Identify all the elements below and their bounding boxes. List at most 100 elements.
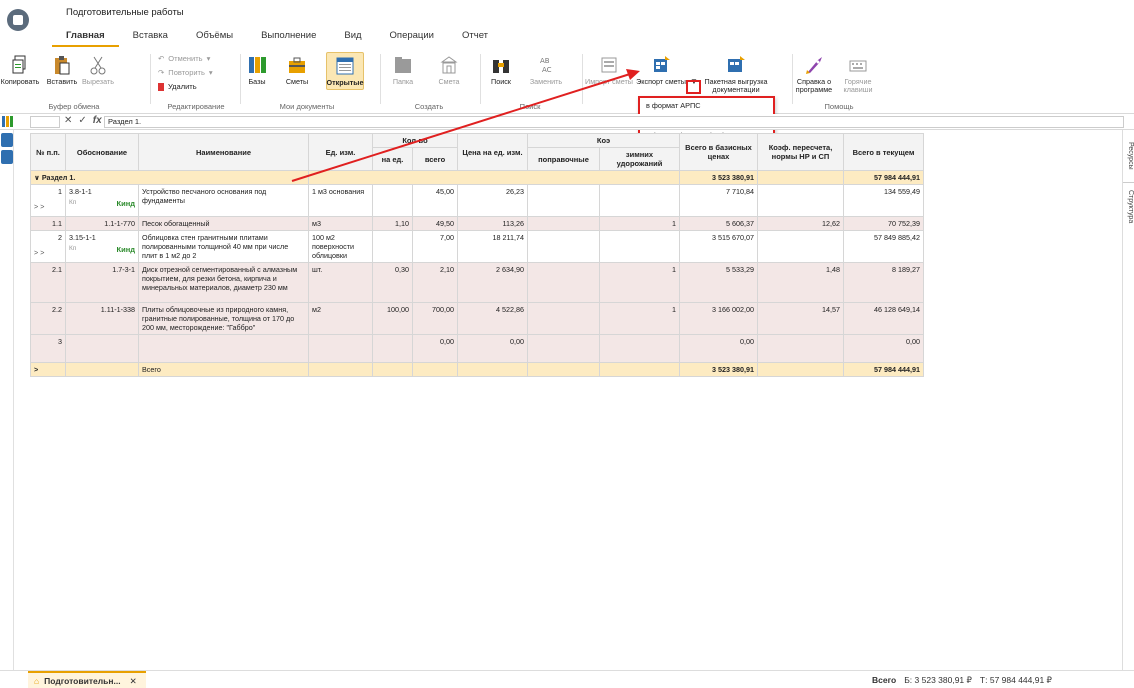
qty-per-cell[interactable]	[372, 334, 413, 363]
current-total-cell[interactable]: 134 559,49	[843, 184, 924, 217]
menu-tab[interactable]: Выполнение	[247, 26, 330, 47]
name-cell[interactable]: Диск отрезной сегментированный с алмазны…	[138, 262, 309, 303]
resources-side-tab[interactable]: Ресурсы	[1123, 134, 1134, 178]
current-total-cell[interactable]: 70 752,39	[843, 216, 924, 231]
qty-per-cell[interactable]: 100,00	[372, 302, 413, 335]
table-row[interactable]: 2 > > 3.15-1-1 Кп Кинд Облицовка стен гранитн…	[30, 230, 924, 263]
base-total-cell[interactable]: 0,00	[679, 334, 758, 363]
app-logo-icon[interactable]	[7, 9, 29, 31]
about-button[interactable]: Справка о программе	[794, 54, 834, 94]
name-cell[interactable]: Устройство песчаного основания под фунда…	[138, 184, 309, 217]
chevron-right-icon[interactable]: >	[34, 365, 38, 374]
col-recalc[interactable]: Коэф. пересчета, нормы НР и СП	[757, 133, 844, 171]
coef-corr-cell[interactable]	[527, 216, 600, 231]
cancel-icon[interactable]: ✕	[64, 115, 72, 126]
name-cell[interactable]: Облицовка стен гранитными плитами полиро…	[138, 230, 309, 263]
chevron-down-icon[interactable]: ∨	[34, 173, 40, 182]
col-coef-corr[interactable]: поправочные	[527, 147, 600, 171]
unit-cell[interactable]: шт.	[308, 262, 373, 303]
recalc-cell[interactable]	[757, 184, 844, 217]
coef-corr-cell[interactable]	[527, 262, 600, 303]
col-coef-winter[interactable]: зимних удорожаний	[599, 147, 680, 171]
cell-reference-box[interactable]	[30, 116, 60, 128]
unit-cell[interactable]: м3	[308, 216, 373, 231]
qty-total-cell[interactable]: 2,10	[412, 262, 458, 303]
name-cell[interactable]: Песок обогащенный	[138, 216, 309, 231]
qty-per-cell[interactable]: 1,10	[372, 216, 413, 231]
base-total-cell[interactable]: 5 606,37	[679, 216, 758, 231]
current-total-cell[interactable]: 57 849 885,42	[843, 230, 924, 263]
price-cell[interactable]: 26,23	[457, 184, 528, 217]
base-total-cell[interactable]: 7 710,84	[679, 184, 758, 217]
current-total-cell[interactable]: 8 189,27	[843, 262, 924, 303]
undo-button[interactable]: ↶ Отменить ▾	[158, 54, 210, 63]
table-row[interactable]: 3 0,00 0,00 0,00 0,00	[30, 334, 924, 363]
price-cell[interactable]: 18 211,74	[457, 230, 528, 263]
estimates-button[interactable]: Сметы	[282, 54, 312, 86]
current-total-cell[interactable]: 46 128 649,14	[843, 302, 924, 335]
recalc-cell[interactable]: 14,57	[757, 302, 844, 335]
coef-winter-cell[interactable]: 1	[599, 302, 680, 335]
name-cell[interactable]	[138, 334, 309, 363]
folder-button[interactable]: Папка	[388, 54, 418, 86]
col-num[interactable]: № п.п.	[30, 133, 66, 171]
col-coef[interactable]: Коэ	[527, 133, 680, 148]
coef-corr-cell[interactable]	[527, 230, 600, 263]
section-row[interactable]: ∨ Раздел 1. 3 523 380,91 57 984 444,91	[30, 170, 924, 185]
recalc-cell[interactable]: 12,62	[757, 216, 844, 231]
base-total-cell[interactable]: 3 166 002,00	[679, 302, 758, 335]
col-current-total[interactable]: Всего в текущем	[843, 133, 924, 171]
redo-button[interactable]: ↷ Повторить ▾	[158, 68, 213, 77]
qty-total-cell[interactable]: 49,50	[412, 216, 458, 231]
coef-winter-cell[interactable]: 1	[599, 262, 680, 303]
price-cell[interactable]: 0,00	[457, 334, 528, 363]
qty-total-cell[interactable]: 0,00	[412, 334, 458, 363]
cut-button[interactable]: Вырезать	[80, 54, 116, 86]
col-unit[interactable]: Ед. изм.	[308, 133, 373, 171]
col-basis[interactable]: Обоснование	[65, 133, 139, 171]
base-total-cell[interactable]: 3 515 670,07	[679, 230, 758, 263]
price-cell[interactable]: 2 634,90	[457, 262, 528, 303]
qty-total-cell[interactable]: 45,00	[412, 184, 458, 217]
batch-export-button[interactable]: Пакетная выгрузка документации	[704, 54, 768, 94]
qty-per-cell[interactable]: 0,30	[372, 262, 413, 303]
col-price[interactable]: Цена на ед. изм.	[457, 133, 528, 171]
structure-side-tab[interactable]: Структура	[1123, 182, 1134, 230]
qty-total-cell[interactable]: 700,00	[412, 302, 458, 335]
name-cell[interactable]: Плиты облицовочные из природного камня, …	[138, 302, 309, 335]
table-row[interactable]: 1.1 1.1-1-770 Песок обогащенный м3 1,10 49,50…	[30, 216, 924, 231]
menu-tab[interactable]: Объёмы	[182, 26, 247, 47]
qty-per-cell[interactable]	[372, 230, 413, 263]
price-cell[interactable]: 4 522,86	[457, 302, 528, 335]
hotkeys-button[interactable]: Горячие клавиши	[838, 54, 878, 94]
base-total-cell[interactable]: 5 533,29	[679, 262, 758, 303]
add-row-icon[interactable]	[1, 133, 13, 147]
qty-total-cell[interactable]: 7,00	[412, 230, 458, 263]
unit-cell[interactable]: 1 м3 основания	[308, 184, 373, 217]
table-row[interactable]: 1 > > 3.8-1-1 Кп Кинд Устройство песчаного ос…	[30, 184, 924, 217]
current-total-cell[interactable]: 0,00	[843, 334, 924, 363]
coef-corr-cell[interactable]	[527, 302, 600, 335]
search-button[interactable]: Поиск	[486, 54, 516, 86]
recalc-cell[interactable]	[757, 334, 844, 363]
menu-tab[interactable]: Вид	[330, 26, 375, 47]
export-format-option[interactable]: в формат АРПС	[640, 98, 773, 113]
paste-button[interactable]: Вставить	[44, 54, 80, 86]
coef-corr-cell[interactable]	[527, 184, 600, 217]
grid-toggle-icon[interactable]	[2, 115, 14, 128]
bases-button[interactable]: Базы	[244, 54, 270, 86]
unit-cell[interactable]	[308, 334, 373, 363]
recalc-cell[interactable]: 1,48	[757, 262, 844, 303]
delete-button[interactable]: Удалить	[158, 82, 197, 91]
import-estimate-button[interactable]: Импорт сметы	[584, 54, 634, 86]
menu-tab[interactable]: Вставка	[119, 26, 182, 47]
expand-icon[interactable]: > >	[34, 202, 62, 211]
recalc-cell[interactable]	[757, 230, 844, 263]
table-row[interactable]: 2.1 1.7-3-1 Диск отрезной сегментированный…	[30, 262, 924, 303]
formula-input[interactable]: Раздел 1.	[104, 116, 1124, 128]
coef-winter-cell[interactable]	[599, 230, 680, 263]
coef-winter-cell[interactable]	[599, 184, 680, 217]
price-cell[interactable]: 113,26	[457, 216, 528, 231]
function-icon[interactable]: fx	[93, 115, 102, 126]
menu-tab[interactable]: Главная	[52, 26, 119, 47]
